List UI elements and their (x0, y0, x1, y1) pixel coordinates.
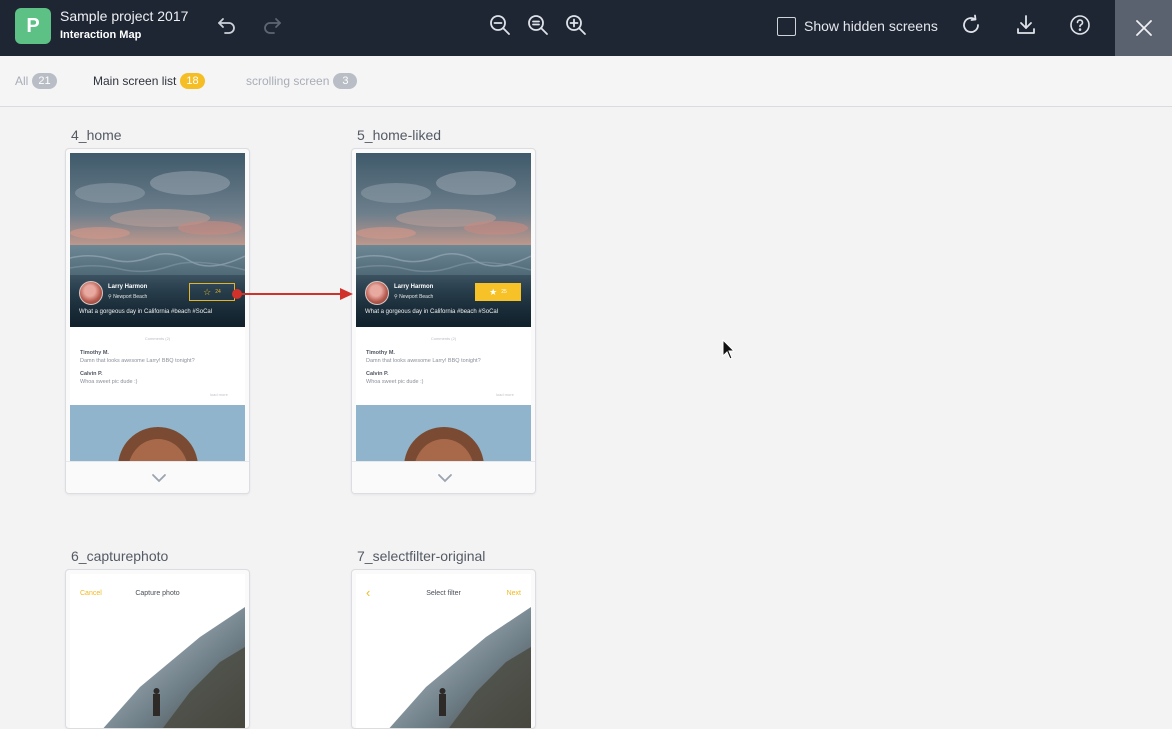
screen-title: 6_capturephoto (71, 548, 169, 564)
expand-screen-button[interactable] (352, 461, 535, 493)
undo-icon[interactable] (214, 12, 240, 38)
chevron-down-icon (437, 473, 452, 482)
screen-header: Select filter ‹ Next (356, 574, 531, 602)
star-filled-icon: ★ (489, 286, 498, 297)
post-caption: What a gorgeous day in California #beach… (365, 309, 499, 315)
load-more-link: load more (496, 392, 514, 397)
view-title: Interaction Map (60, 29, 142, 41)
load-more-link: load more (210, 392, 228, 397)
comment-author: Timothy M. (80, 350, 109, 356)
app-logo[interactable]: P (15, 8, 51, 44)
screen-thumbnail: Select filter ‹ Next (356, 574, 531, 728)
header-right-action: Next (506, 590, 521, 597)
screen-thumbnail: Capture photo Cancel (70, 574, 245, 728)
filter-count-badge: 18 (180, 73, 205, 89)
mountain-photo (70, 602, 245, 728)
screen-card-5-home-liked[interactable]: Larry Harmon ⚲ Newport Beach ★ 25 What a… (351, 148, 536, 494)
help-icon[interactable] (1067, 12, 1093, 38)
comment-text: Damn that looks awesome Larry! BBQ tonig… (80, 358, 195, 364)
zoom-out-icon[interactable] (487, 12, 513, 38)
download-icon[interactable] (1013, 12, 1039, 38)
screen-title: 7_selectfilter-original (357, 548, 486, 564)
location-text: Newport Beach (113, 294, 148, 300)
screen-title: 4_home (71, 127, 122, 143)
portrait-photo (70, 405, 245, 461)
chevron-down-icon (151, 473, 166, 482)
post-location: ⚲ Newport Beach (394, 294, 434, 300)
location-text: Newport Beach (399, 294, 434, 300)
post-caption: What a gorgeous day in California #beach… (79, 309, 213, 315)
post-location: ⚲ Newport Beach (108, 294, 148, 300)
show-hidden-toggle[interactable]: Show hidden screens (777, 16, 938, 36)
close-icon (1135, 20, 1152, 36)
mountain-photo (356, 602, 531, 728)
filter-bar: All 21 Main screen list 18 scrolling scr… (0, 56, 1172, 107)
filter-scrolling-screen[interactable]: scrolling screen 3 (246, 73, 358, 89)
show-hidden-label: Show hidden screens (804, 18, 938, 34)
screen-title: 5_home-liked (357, 127, 442, 143)
like-count: 24 (215, 289, 221, 295)
filter-count-badge: 3 (333, 73, 358, 89)
comments-heading: Comments (2) (430, 336, 457, 341)
user-avatar (79, 281, 103, 305)
like-count: 25 (501, 289, 507, 295)
post-username: Larry Harmon (108, 284, 148, 290)
close-button[interactable] (1115, 0, 1172, 56)
filter-label: All (15, 74, 29, 88)
filter-main-screen-list[interactable]: Main screen list 18 (93, 73, 205, 89)
refresh-icon[interactable] (958, 12, 984, 38)
screen-card-4-home[interactable]: Larry Harmon ⚲ Newport Beach ☆ 24 What a… (65, 148, 250, 494)
screen-card-7-selectfilter-original[interactable]: Select filter ‹ Next (351, 569, 536, 729)
zoom-in-icon[interactable] (563, 12, 589, 38)
top-bar: P Sample project 2017 Interaction Map Sh… (0, 0, 1172, 56)
post-username: Larry Harmon (394, 284, 434, 290)
show-hidden-checkbox[interactable] (777, 16, 796, 36)
expand-screen-button[interactable] (66, 461, 249, 493)
portrait-photo (356, 405, 531, 461)
comment-text: Whoa sweet pic dude :) (366, 379, 424, 385)
redo-icon[interactable] (259, 12, 285, 38)
like-button: ☆ 24 (189, 283, 235, 301)
like-button: ★ 25 (475, 283, 521, 301)
filter-count-badge: 21 (32, 73, 57, 89)
header-left-action: Cancel (80, 590, 102, 597)
comment-author: Calvin P. (366, 371, 389, 377)
comment-author: Timothy M. (366, 350, 395, 356)
comment-text: Damn that looks awesome Larry! BBQ tonig… (366, 358, 481, 364)
filter-all[interactable]: All 21 (15, 73, 57, 89)
mouse-cursor-icon (722, 339, 736, 360)
zoom-reset-icon[interactable] (525, 12, 551, 38)
comments-heading: Comments (2) (144, 336, 171, 341)
screen-thumbnail: Larry Harmon ⚲ Newport Beach ☆ 24 What a… (70, 153, 245, 461)
comment-text: Whoa sweet pic dude :) (80, 379, 138, 385)
project-title[interactable]: Sample project 2017 (60, 8, 188, 24)
comment-author: Calvin P. (80, 371, 103, 377)
logo-letter: P (26, 14, 40, 37)
star-icon: ☆ (203, 286, 212, 297)
screen-header: Capture photo Cancel (70, 574, 245, 602)
screen-card-6-capturephoto[interactable]: Capture photo Cancel (65, 569, 250, 729)
back-chevron-icon: ‹ (366, 585, 371, 600)
header-title: Select filter (426, 590, 461, 597)
filter-label: scrolling screen (246, 74, 330, 88)
filter-label: Main screen list (93, 74, 177, 88)
user-avatar (365, 281, 389, 305)
screen-thumbnail: Larry Harmon ⚲ Newport Beach ★ 25 What a… (356, 153, 531, 461)
